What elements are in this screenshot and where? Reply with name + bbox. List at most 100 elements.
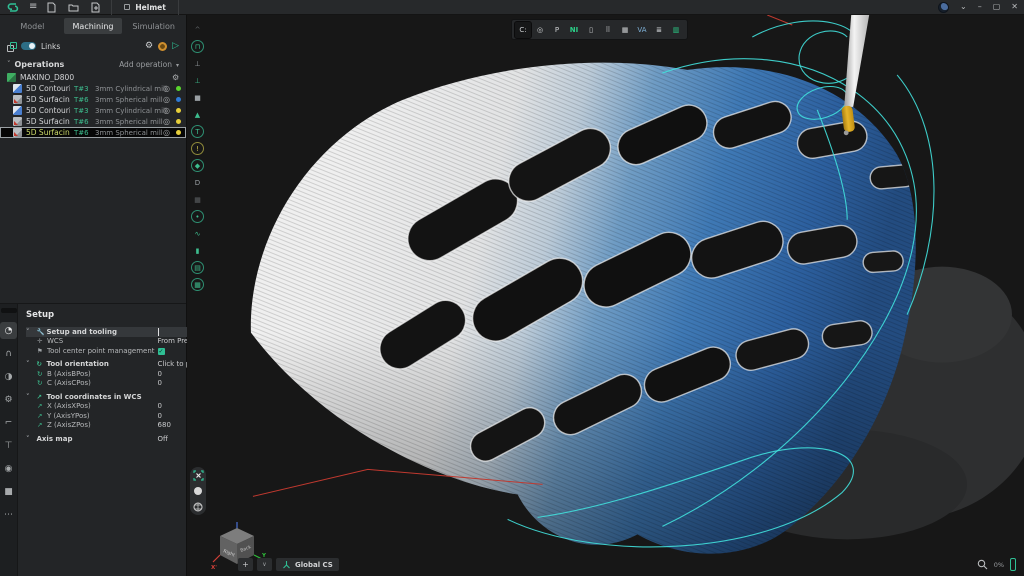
tool-active-icon[interactable]: ⊥ bbox=[191, 74, 204, 87]
setup-prop-row[interactable]: ↗X (AxisXPos) 0 bbox=[26, 402, 204, 412]
postprocessor-icon[interactable] bbox=[158, 42, 167, 51]
setup-panel: Setup ˅🔧 Setup and tooling ✛WCS From Pre… bbox=[18, 304, 212, 576]
holder-icon[interactable]: ⠿ bbox=[600, 22, 616, 38]
user-avatar[interactable] bbox=[938, 2, 949, 13]
app-logo-icon bbox=[6, 2, 19, 13]
visibility-icon[interactable]: ◎ bbox=[163, 84, 172, 93]
contouring-icon bbox=[13, 106, 22, 115]
minimize-button[interactable]: – bbox=[978, 3, 982, 11]
wcs-setup-tab[interactable]: ◔ bbox=[0, 322, 17, 339]
setup-group-row[interactable]: ˅↗ Tool coordinates in WCS bbox=[26, 392, 204, 402]
setup-prop-row[interactable]: ↻C (AxisCPos) 0 bbox=[26, 379, 204, 389]
setup-prop-row[interactable]: ⚑Tool center point management ✓ bbox=[26, 346, 204, 356]
setup-prop-row[interactable]: ↗Z (AxisZPos) 680 bbox=[26, 421, 204, 431]
tool-library-strip: ^ ⊓ ⊥ ⊥ ■ ▲ T ! ◆ D ▦ • ∿ ▮ ▤ ▦ bbox=[187, 15, 208, 576]
tool-icon[interactable]: ⊥ bbox=[191, 57, 204, 70]
cutter-icon[interactable]: ▲ bbox=[191, 108, 204, 121]
operations-title: Operations bbox=[15, 60, 65, 69]
fixture-table-icon[interactable]: ▦ bbox=[617, 22, 633, 38]
setup-prop-row[interactable]: ↗Y (AxisYPos) 0 bbox=[26, 411, 204, 421]
operation-row-selected[interactable]: 5D Surfacing 3 T#6 3mm Spherical mill ◎ bbox=[0, 127, 186, 138]
maximize-button[interactable]: ▢ bbox=[993, 3, 1001, 11]
operation-row[interactable]: 5D Contouring 1 T#3 3mm Cylindrical mill… bbox=[0, 83, 186, 94]
scroll-up-icon[interactable]: ^ bbox=[191, 23, 204, 36]
probe-icon[interactable]: P bbox=[549, 22, 565, 38]
magnifier-icon[interactable] bbox=[977, 559, 988, 570]
tap-tool-icon[interactable]: T bbox=[191, 125, 204, 138]
open-folder-icon[interactable] bbox=[68, 3, 79, 12]
close-button[interactable]: ✕ bbox=[1011, 3, 1018, 11]
account-chevron-icon[interactable]: ⌄ bbox=[960, 3, 967, 11]
lock-icon[interactable]: ∩ bbox=[0, 345, 17, 362]
shaded-view-button[interactable] bbox=[192, 485, 204, 497]
stock-icon[interactable]: ■ bbox=[191, 91, 204, 104]
visibility-icon[interactable]: ◎ bbox=[163, 95, 172, 104]
operation-row[interactable]: 5D Surfacing 1 T#6 3mm Spherical mill ◎ bbox=[0, 94, 186, 105]
document-tab[interactable]: Helmet bbox=[111, 0, 178, 15]
view-settings-button[interactable] bbox=[192, 501, 204, 513]
drill-icon[interactable]: D bbox=[191, 176, 204, 189]
links-icon bbox=[7, 42, 16, 51]
setup-group-row[interactable]: ˅ Axis map Off bbox=[26, 434, 204, 444]
statistics-icon[interactable]: ▥ bbox=[668, 22, 684, 38]
curve-icon[interactable]: ∿ bbox=[191, 227, 204, 240]
helmet-model bbox=[208, 15, 1024, 576]
machine-name: MAKINO_D800 bbox=[20, 73, 168, 82]
cs-chevron-button[interactable]: ∨ bbox=[257, 558, 272, 571]
run-simulation-icon[interactable]: ▷ bbox=[172, 41, 179, 51]
operations-header: ˅ Operations Add operation▾ bbox=[0, 56, 186, 72]
solid-icon[interactable]: ▮ bbox=[191, 244, 204, 257]
point-icon[interactable]: • bbox=[191, 210, 204, 223]
warning-tool-icon[interactable]: ! bbox=[191, 142, 204, 155]
menu-icon[interactable]: ≡ bbox=[29, 2, 37, 12]
add-operation-button[interactable]: Add operation▾ bbox=[119, 60, 179, 69]
add-cs-button[interactable]: + bbox=[238, 558, 253, 571]
machine-panel-icon[interactable]: ≣ bbox=[651, 22, 667, 38]
document-title: Helmet bbox=[135, 3, 165, 12]
machine-row[interactable]: MAKINO_D800 ⚙ bbox=[0, 72, 186, 83]
collision-check-icon[interactable]: C: bbox=[515, 22, 531, 38]
probe-tab-icon[interactable]: ◉ bbox=[0, 460, 17, 477]
boundary-icon[interactable]: ⌐ bbox=[0, 414, 17, 431]
setup-prop-row[interactable]: ✛WCS From Previous bbox=[26, 337, 204, 347]
visibility-icon[interactable]: ◎ bbox=[163, 117, 172, 126]
setup-prop-row[interactable]: ↻B (AxisBPos) 0 bbox=[26, 369, 204, 379]
tab-machining[interactable]: Machining bbox=[64, 18, 123, 34]
visibility-icon[interactable]: ◎ bbox=[163, 128, 172, 137]
stock-tab-icon[interactable]: ■ bbox=[0, 483, 17, 500]
feeds-speeds-icon[interactable]: ◑ bbox=[0, 368, 17, 385]
links-toggle[interactable] bbox=[21, 42, 36, 50]
new-file-icon[interactable] bbox=[47, 2, 56, 13]
view-controls-pill bbox=[190, 467, 206, 515]
machine-settings-icon[interactable]: ⚙ bbox=[172, 73, 181, 82]
stock-view-icon[interactable]: ◎ bbox=[532, 22, 548, 38]
more-icon[interactable]: ⋯ bbox=[0, 506, 17, 523]
settings-gear-icon[interactable]: ⚙ bbox=[145, 41, 153, 51]
va-mode-icon[interactable]: VA bbox=[634, 22, 650, 38]
contouring-icon bbox=[13, 84, 22, 93]
tool-holder-icon[interactable]: ⊓ bbox=[191, 40, 204, 53]
3d-viewport[interactable]: C: ◎ P NI ▯ ⠿ ▦ VA ≣ ▥ Right Back Y bbox=[208, 15, 1024, 576]
tab-model[interactable]: Model bbox=[3, 18, 62, 34]
visibility-icon[interactable]: ◎ bbox=[163, 106, 172, 115]
links-row: Links ⚙ ▷ bbox=[0, 36, 186, 56]
tool-tab-icon[interactable]: ⊤ bbox=[0, 437, 17, 454]
stock-solid-icon[interactable]: ▯ bbox=[583, 22, 599, 38]
layers-icon[interactable]: ▤ bbox=[191, 261, 204, 274]
save-file-icon[interactable] bbox=[91, 2, 101, 13]
operation-row[interactable]: 5D Contouring 2 T#3 3mm Cylindrical mill… bbox=[0, 105, 186, 116]
settings-icon[interactable]: ⚙ bbox=[0, 391, 17, 408]
setup-group-row[interactable]: ˅🔧 Setup and tooling bbox=[26, 327, 204, 337]
axis-icon bbox=[282, 560, 291, 569]
coordinate-system-selector[interactable]: Global CS bbox=[276, 558, 339, 571]
panel-drag-handle[interactable] bbox=[1, 308, 17, 313]
wrench-icon[interactable]: ◆ bbox=[191, 159, 204, 172]
tab-simulation[interactable]: Simulation bbox=[124, 18, 183, 34]
setup-group-row[interactable]: ˅↻ Tool orientation Click to pick bbox=[26, 360, 204, 370]
pattern-icon[interactable]: ▦ bbox=[191, 193, 204, 206]
ni-mode-icon[interactable]: NI bbox=[566, 22, 582, 38]
zoom-to-fit-button[interactable] bbox=[192, 469, 204, 481]
grid-icon[interactable]: ▦ bbox=[191, 278, 204, 291]
operation-row[interactable]: 5D Surfacing 2 T#6 3mm Spherical mill ◎ bbox=[0, 116, 186, 127]
collapse-caret-icon[interactable]: ˅ bbox=[7, 60, 11, 68]
